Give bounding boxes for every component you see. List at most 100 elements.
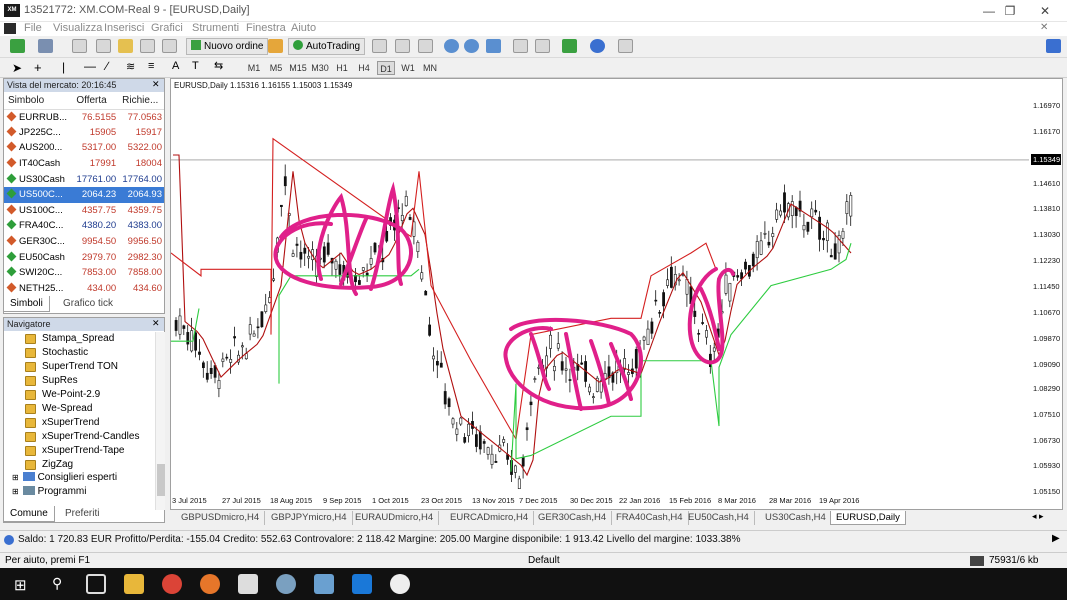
market-row[interactable]: GER30C... 9954.50 9956.50: [4, 234, 164, 250]
horizontal-line-icon[interactable]: —: [84, 59, 96, 73]
nav-indicator-item[interactable]: We-Spread: [25, 402, 92, 416]
market-watch-icon[interactable]: [72, 39, 87, 53]
expand-icon[interactable]: ⊞: [12, 471, 20, 485]
cursor-icon[interactable]: ➤: [12, 61, 22, 75]
column-symbol[interactable]: Simbolo: [4, 93, 73, 110]
chart-window[interactable]: [170, 78, 1063, 510]
calculator-icon[interactable]: [238, 574, 258, 594]
scrollbar-thumb[interactable]: [157, 464, 165, 496]
navigator-close-icon[interactable]: ✕: [152, 318, 160, 329]
nav-indicator-item[interactable]: xSuperTrend-Candles: [25, 430, 139, 444]
nav-indicator-item[interactable]: We-Point-2.9: [25, 388, 100, 402]
tab-symbols[interactable]: Simboli: [3, 296, 50, 312]
line-chart-icon[interactable]: [418, 39, 433, 53]
chart-tab[interactable]: US30Cash,H4: [760, 511, 832, 525]
trendline-icon[interactable]: ∕: [106, 59, 108, 73]
profile-name[interactable]: Default: [528, 555, 560, 566]
nav-indicator-item[interactable]: ZigZag: [25, 458, 73, 472]
market-row[interactable]: JP225C... 15905 15917: [4, 125, 164, 141]
chart-tab[interactable]: EURCADmicro,H4: [445, 511, 535, 525]
chart-tab[interactable]: FRA40Cash,H4: [611, 511, 689, 525]
column-ask[interactable]: Richie...: [118, 93, 164, 110]
text-icon[interactable]: A: [172, 60, 179, 72]
menu-file[interactable]: File: [24, 22, 42, 35]
column-bid[interactable]: Offerta: [72, 93, 119, 110]
nav-indicator-item[interactable]: SuperTrend TON: [25, 360, 118, 374]
chart-tab[interactable]: EU50Cash,H4: [683, 511, 755, 525]
market-row[interactable]: NETH25... 434.00 434.60: [4, 281, 164, 297]
indicators-icon[interactable]: [562, 39, 577, 53]
nav-indicator-item[interactable]: SupRes: [25, 374, 78, 388]
close-button[interactable]: ✕: [1025, 0, 1065, 22]
chrome-icon[interactable]: [162, 574, 182, 594]
crosshair-icon[interactable]: +: [34, 60, 42, 75]
status-scroll-icon[interactable]: ▶: [1052, 533, 1060, 544]
expand-icon[interactable]: ⊞: [12, 485, 20, 499]
market-row[interactable]: US30Cash 17761.00 17764.00: [4, 171, 164, 187]
menu-insert[interactable]: Inserisci: [104, 22, 144, 35]
terminal-icon[interactable]: [140, 39, 155, 53]
market-row[interactable]: IT40Cash 17991 18004: [4, 156, 164, 172]
fibonacci-icon[interactable]: ≡: [148, 60, 154, 72]
tester-icon[interactable]: [162, 39, 177, 53]
file-explorer-icon[interactable]: [124, 574, 144, 594]
chart-tab[interactable]: GER30Cash,H4: [533, 511, 613, 525]
tab-tick-chart[interactable]: Grafico tick: [57, 296, 119, 312]
bar-chart-icon[interactable]: [372, 39, 387, 53]
taskbar-search-icon[interactable]: ⚲: [52, 575, 62, 592]
nav-indicator-item[interactable]: Stampa_Spread: [25, 332, 114, 346]
task-view-icon[interactable]: [86, 574, 106, 594]
windows-start-icon[interactable]: ⊞: [14, 576, 27, 594]
timeframe-m5[interactable]: M5: [267, 61, 285, 75]
candle-chart-icon[interactable]: [395, 39, 410, 53]
channel-icon[interactable]: ≋: [126, 60, 135, 73]
market-row[interactable]: US500C... 2064.23 2064.93: [4, 186, 164, 203]
chart-tab[interactable]: EURUSD,Daily: [830, 511, 906, 525]
timeframe-m1[interactable]: M1: [245, 61, 263, 75]
arrows-icon[interactable]: ⇆: [214, 59, 223, 72]
market-row[interactable]: EU50Cash 2979.70 2982.30: [4, 249, 164, 265]
navigator-icon[interactable]: [118, 39, 133, 53]
community-icon[interactable]: [1046, 39, 1061, 53]
tabs-scroll-icon[interactable]: ◂ ▸: [1032, 511, 1044, 522]
tab-favorites[interactable]: Preferiti: [59, 506, 105, 522]
timeframe-m15[interactable]: M15: [289, 61, 307, 75]
menu-charts[interactable]: Grafici: [151, 22, 183, 35]
navigator-scrollbar[interactable]: [155, 332, 165, 510]
timeframe-mn[interactable]: MN: [421, 61, 439, 75]
periods-icon[interactable]: [590, 39, 605, 53]
new-order-button[interactable]: Nuovo ordine: [186, 38, 269, 55]
market-row[interactable]: FRA40C... 4380.20 4383.00: [4, 218, 164, 234]
chart-shift-icon[interactable]: [535, 39, 550, 53]
menu-close-icon[interactable]: ✕: [1040, 22, 1048, 33]
nav-indicator-item[interactable]: xSuperTrend-Tape: [25, 444, 124, 458]
timeframe-w1[interactable]: W1: [399, 61, 417, 75]
vertical-line-icon[interactable]: |: [62, 60, 65, 74]
timeframe-h1[interactable]: H1: [333, 61, 351, 75]
timeframe-h4[interactable]: H4: [355, 61, 373, 75]
tile-windows-icon[interactable]: [486, 39, 501, 53]
text-label-icon[interactable]: T: [192, 60, 199, 72]
zoom-in-icon[interactable]: [444, 39, 459, 53]
nav-indicator-item[interactable]: Stochastic: [25, 346, 88, 360]
chart-tab[interactable]: GBPJPYmicro,H4: [266, 511, 353, 525]
autoscroll-icon[interactable]: [513, 39, 528, 53]
market-row[interactable]: AUS200... 5317.00 5322.00: [4, 140, 164, 156]
autotrading-button[interactable]: AutoTrading: [288, 38, 366, 55]
market-watch-close-icon[interactable]: ✕: [152, 79, 160, 90]
zoom-out-icon[interactable]: [464, 39, 479, 53]
timeframe-d1[interactable]: D1: [377, 61, 395, 75]
profiles-icon[interactable]: [38, 39, 53, 53]
timeframe-m30[interactable]: M30: [311, 61, 329, 75]
market-row[interactable]: US100C... 4357.75 4359.75: [4, 203, 164, 219]
network-app-icon[interactable]: [314, 574, 334, 594]
snowflake-app-icon[interactable]: [352, 574, 372, 594]
new-chart-icon[interactable]: [10, 39, 25, 53]
tab-common[interactable]: Comune: [3, 506, 55, 522]
nav-folder-scripts[interactable]: ⊞ Programmi: [12, 485, 86, 499]
metaeditor-icon[interactable]: [268, 39, 283, 53]
menu-help[interactable]: Aiuto: [291, 22, 316, 35]
menu-tools[interactable]: Strumenti: [192, 22, 239, 35]
restore-button[interactable]: ❐: [990, 0, 1030, 22]
market-row[interactable]: EURRUB... 76.5155 77.0563: [4, 109, 164, 125]
